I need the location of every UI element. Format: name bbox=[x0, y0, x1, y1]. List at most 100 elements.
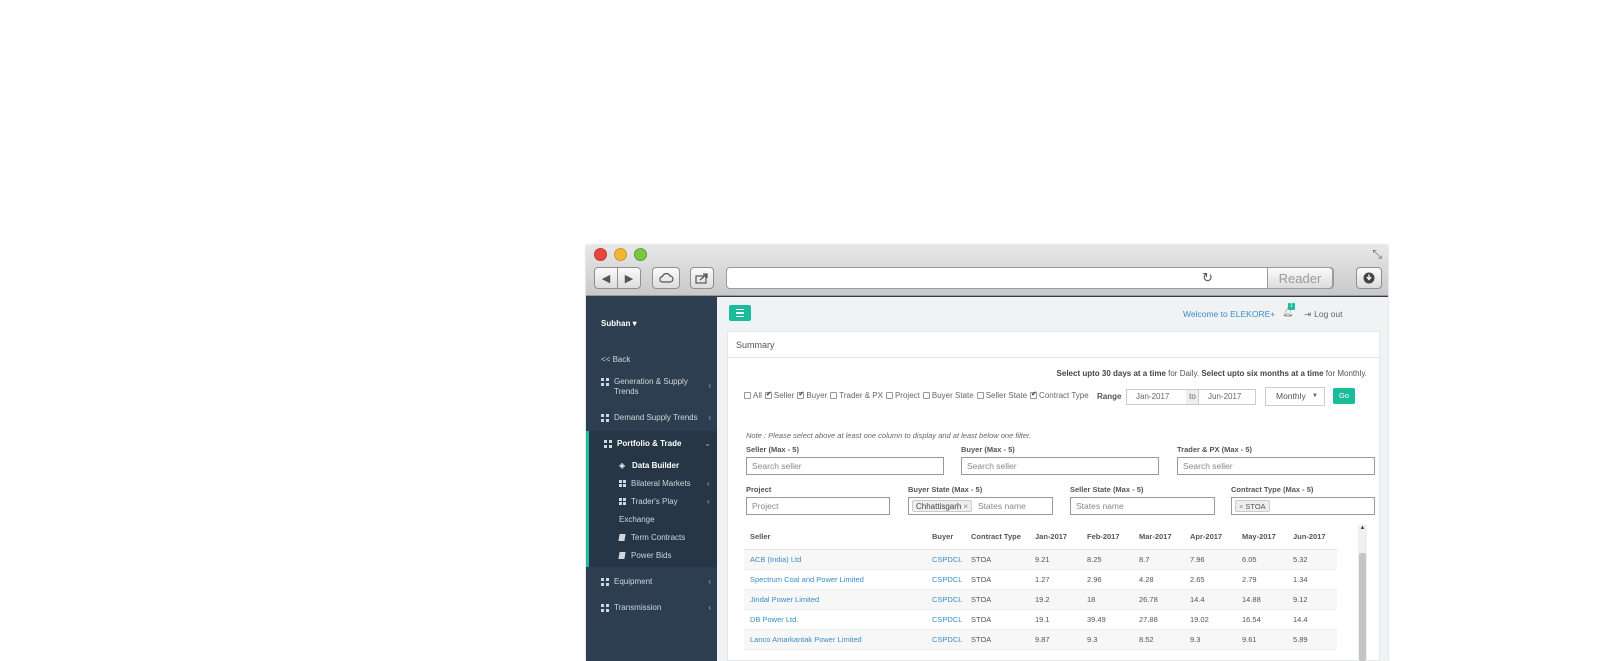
sidebar-subitem-power-bids[interactable]: Power Bids bbox=[618, 551, 671, 560]
minimize-window-button[interactable] bbox=[614, 248, 627, 261]
icloud-tabs-button[interactable] bbox=[652, 267, 680, 289]
checkbox-trader-px[interactable]: Trader & PX bbox=[830, 391, 883, 400]
seller-link[interactable]: Lanco Amarkantak Power Limited bbox=[744, 629, 926, 650]
checkbox-seller-state[interactable]: Seller State bbox=[976, 391, 1027, 400]
sidebar-subitem-traders-play[interactable]: Trader's Play ‹ bbox=[619, 497, 710, 506]
table-cell: 19.1 bbox=[1029, 609, 1081, 630]
table-cell: 19.2 bbox=[1029, 589, 1081, 610]
column-header[interactable]: Mar-2017 bbox=[1133, 525, 1184, 550]
checkbox-buyer[interactable]: Buyer bbox=[797, 390, 827, 400]
checkbox-buyer-state[interactable]: Buyer State bbox=[922, 391, 974, 400]
table-cell: 8.25 bbox=[1081, 549, 1133, 570]
sidebar-subitem-data-builder[interactable]: ◈ Data Builder bbox=[619, 461, 679, 470]
checkbox-project[interactable]: Project bbox=[885, 391, 920, 400]
remove-tag-icon[interactable]: × bbox=[963, 502, 968, 511]
column-header[interactable]: Jan-2017 bbox=[1029, 525, 1081, 550]
seller-link[interactable]: DB Power Ltd. bbox=[744, 609, 926, 630]
seller-state-input[interactable]: States name bbox=[1070, 497, 1215, 515]
table-cell: 9.3 bbox=[1081, 629, 1133, 650]
sidebar-item-portfolio-trade[interactable]: Portfolio & Trade ⌄ bbox=[604, 439, 711, 449]
downloads-button[interactable] bbox=[1356, 267, 1382, 289]
filter-note: Note : Please select above at least one … bbox=[746, 431, 1032, 440]
range-from-input[interactable]: Jan-2017 bbox=[1126, 389, 1187, 405]
buyer-search-input[interactable]: Search seller bbox=[961, 457, 1159, 475]
caret-down-icon: ▾ bbox=[632, 319, 637, 328]
go-button[interactable]: Go bbox=[1333, 388, 1355, 404]
table-cell: 9.87 bbox=[1029, 629, 1081, 650]
seller-link[interactable]: ACB (India) Ltd bbox=[744, 549, 926, 570]
contract-type-tag: × STOA bbox=[1235, 500, 1270, 512]
table-cell: 5.89 bbox=[1287, 629, 1337, 650]
table-cell: 18 bbox=[1081, 589, 1133, 610]
remove-tag-icon[interactable]: × bbox=[1239, 502, 1243, 511]
sidebar-item-generation-supply-trends[interactable]: Generation & Supply Trends ‹ bbox=[601, 377, 711, 397]
reader-button[interactable]: Reader bbox=[1267, 267, 1333, 289]
checkbox-contract-type[interactable]: Contract Type bbox=[1030, 390, 1089, 400]
sidebar-item-equipment[interactable]: Equipment ‹ bbox=[601, 577, 711, 587]
table-cell: 8.7 bbox=[1133, 549, 1184, 570]
forward-button[interactable]: ▶ bbox=[617, 267, 641, 289]
menu-toggle-button[interactable] bbox=[729, 305, 751, 321]
column-header[interactable]: Contract Type bbox=[965, 525, 1029, 550]
buyer-link[interactable]: CSPDCL bbox=[926, 569, 965, 590]
column-header[interactable]: Seller bbox=[744, 525, 926, 550]
table-scrollbar[interactable]: ▲ bbox=[1358, 525, 1367, 661]
chevron-left-icon: ‹ bbox=[708, 577, 711, 586]
logout-link[interactable]: ⇥ Log out bbox=[1304, 309, 1343, 320]
project-filter-label: Project bbox=[746, 485, 772, 494]
sidebar-subitem-term-contracts[interactable]: Term Contracts bbox=[618, 533, 685, 542]
table-cell: 9.61 bbox=[1236, 629, 1287, 650]
cloud-icon bbox=[659, 273, 674, 283]
buyer-link[interactable]: CSPDCL bbox=[926, 609, 965, 630]
sidebar-subitem-exchange[interactable]: Exchange bbox=[619, 515, 655, 524]
share-button[interactable] bbox=[690, 267, 714, 289]
sidebar-item-demand-supply-trends[interactable]: Demand Supply Trends ‹ bbox=[601, 413, 711, 423]
sidebar-item-transmission[interactable]: Transmission ‹ bbox=[601, 603, 711, 613]
table-cell: 2.79 bbox=[1236, 569, 1287, 590]
scroll-up-icon[interactable]: ▲ bbox=[1358, 525, 1367, 535]
reload-icon[interactable]: ↻ bbox=[1202, 271, 1213, 286]
scrollbar-thumb[interactable] bbox=[1359, 553, 1366, 661]
checkbox-all[interactable]: All bbox=[744, 391, 762, 400]
zoom-window-button[interactable] bbox=[634, 248, 647, 261]
range-label: Range bbox=[1097, 392, 1122, 401]
table-cell: 14.88 bbox=[1236, 589, 1287, 610]
panel-title: Summary bbox=[736, 340, 775, 350]
table-cell: 9.3 bbox=[1184, 629, 1236, 650]
table-cell: STOA bbox=[965, 549, 1029, 570]
column-header[interactable]: May-2017 bbox=[1236, 525, 1287, 550]
column-header[interactable]: Feb-2017 bbox=[1081, 525, 1133, 550]
trader-filter-label: Trader & PX (Max - 5) bbox=[1177, 445, 1253, 454]
seller-link[interactable]: Spectrum Coal and Power Limited bbox=[744, 569, 926, 590]
seller-link[interactable]: Jindal Power Limited bbox=[744, 589, 926, 610]
range-to-input[interactable]: Jun-2017 bbox=[1198, 389, 1256, 405]
user-menu[interactable]: Subhan ▾ bbox=[601, 319, 637, 328]
grid-icon bbox=[604, 440, 612, 448]
column-header[interactable]: Buyer bbox=[926, 525, 965, 550]
chevron-left-icon: ‹ bbox=[708, 603, 711, 612]
buyer-link[interactable]: CSPDCL bbox=[926, 629, 965, 650]
table-cell: 1.27 bbox=[1029, 569, 1081, 590]
period-select[interactable]: Monthly ▼ bbox=[1265, 387, 1325, 406]
table-header-row: Seller Buyer Contract Type Jan-2017 Feb-… bbox=[744, 525, 1337, 550]
buyer-link[interactable]: CSPDCL bbox=[926, 549, 965, 570]
column-header[interactable]: Apr-2017 bbox=[1184, 525, 1236, 550]
address-bar[interactable]: ↻ Reader bbox=[726, 267, 1334, 289]
seller-search-input[interactable]: Search seller bbox=[746, 457, 944, 475]
close-window-button[interactable] bbox=[594, 248, 607, 261]
checkbox-seller[interactable]: Seller bbox=[764, 390, 794, 400]
buyer-link[interactable]: CSPDCL bbox=[926, 589, 965, 610]
trader-search-input[interactable]: Search seller bbox=[1177, 457, 1375, 475]
table-cell: 19.02 bbox=[1184, 609, 1236, 630]
download-icon bbox=[1363, 272, 1375, 284]
contract-type-input[interactable]: × STOA bbox=[1231, 497, 1375, 515]
project-input[interactable]: Project bbox=[746, 497, 890, 515]
table-cell: 14.4 bbox=[1184, 589, 1236, 610]
back-link[interactable]: << Back bbox=[601, 355, 630, 364]
buyer-state-input[interactable]: Chhattisgarh × States name bbox=[908, 497, 1053, 515]
sidebar-subitem-bilateral-markets[interactable]: Bilateral Markets ‹ bbox=[619, 479, 710, 488]
fullscreen-icon[interactable]: ⤡ bbox=[1372, 247, 1382, 262]
back-button[interactable]: ◀ bbox=[594, 267, 618, 289]
divider bbox=[728, 357, 1379, 358]
column-header[interactable]: Jun-2017 bbox=[1287, 525, 1337, 550]
